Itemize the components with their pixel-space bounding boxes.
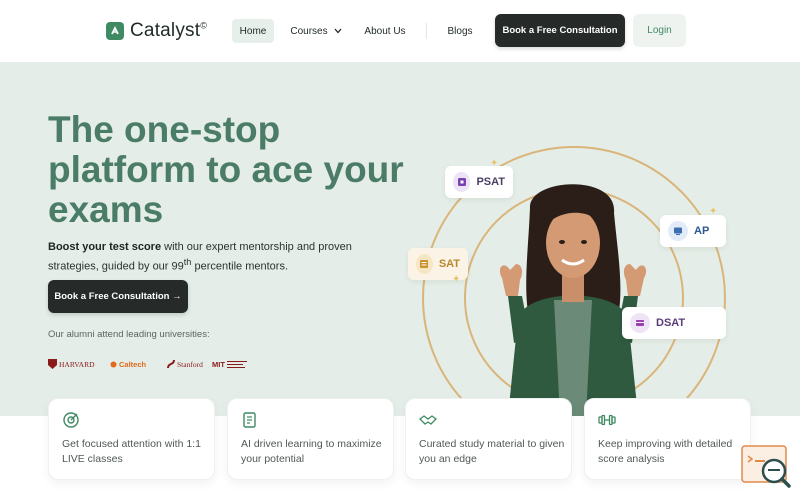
tag-dsat[interactable]: DSAT bbox=[622, 307, 726, 339]
nav-book-consultation-button[interactable]: Book a Free Consultation bbox=[495, 14, 625, 47]
alumni-caption: Our alumni attend leading universities: bbox=[48, 329, 210, 340]
target-icon bbox=[63, 412, 79, 428]
hero-headline: The one-stop platform to ace your exams bbox=[48, 109, 404, 230]
feature-text: Keep improving with detailed score analy… bbox=[598, 438, 733, 465]
hero-subtext-part2: percentile mentors. bbox=[191, 260, 289, 273]
harvard-logo: HARVARD bbox=[48, 358, 95, 370]
top-navbar: Catalyst© Home Courses About Us Blogs Bo… bbox=[0, 0, 800, 62]
logo[interactable]: Catalyst© bbox=[106, 20, 207, 42]
nav-divider bbox=[426, 23, 427, 39]
chevron-down-icon bbox=[334, 28, 342, 34]
feature-text: Curated study material to given you an e… bbox=[419, 438, 565, 465]
hero-section: The one-stop platform to ace your exams … bbox=[0, 62, 800, 416]
feature-card-score-analysis: Keep improving with detailed score analy… bbox=[584, 398, 751, 480]
nav-home-link[interactable]: Home bbox=[232, 19, 274, 43]
feature-card-ai-learning: AI driven learning to maximize your pote… bbox=[227, 398, 394, 480]
handshake-icon bbox=[419, 415, 437, 425]
dsat-icon bbox=[630, 313, 650, 333]
tag-psat-label: PSAT bbox=[476, 176, 505, 188]
nav-blogs-link[interactable]: Blogs bbox=[442, 19, 478, 43]
mit-logo: MIT bbox=[212, 358, 247, 370]
feature-card-live-classes: Get focused attention with 1:1 LIVE clas… bbox=[48, 398, 215, 480]
document-icon bbox=[243, 412, 256, 428]
sparkle-icon: ✦ bbox=[490, 158, 499, 169]
psat-icon bbox=[453, 172, 471, 192]
tag-ap-label: AP bbox=[694, 225, 710, 237]
feature-text: Get focused attention with 1:1 LIVE clas… bbox=[62, 438, 201, 465]
tag-sat-label: SAT bbox=[438, 258, 460, 270]
help-widget-icon[interactable] bbox=[740, 444, 792, 490]
logo-text: Catalyst© bbox=[130, 20, 208, 41]
sparkle-icon: ✦ bbox=[709, 206, 718, 217]
tag-psat[interactable]: PSAT bbox=[445, 166, 513, 198]
tag-ap[interactable]: AP bbox=[660, 215, 726, 247]
feature-text: AI driven learning to maximize your pote… bbox=[241, 438, 382, 465]
tag-dsat-label: DSAT bbox=[656, 317, 686, 329]
sat-icon bbox=[416, 254, 433, 274]
student-photo bbox=[499, 184, 647, 416]
nav-courses-label: Courses bbox=[290, 25, 328, 37]
hero-subtext-bold: Boost your test score bbox=[48, 241, 162, 253]
nav-courses-dropdown[interactable]: Courses bbox=[288, 19, 344, 43]
caltech-logo: Caltech bbox=[110, 358, 146, 370]
login-button[interactable]: Login bbox=[633, 14, 686, 47]
feature-card-study-material: Curated study material to given you an e… bbox=[405, 398, 572, 480]
logo-mark-icon bbox=[106, 22, 124, 40]
stanford-logo: Stanford bbox=[167, 358, 203, 370]
sparkle-icon: ✦ bbox=[452, 274, 461, 285]
nav-about-link[interactable]: About Us bbox=[358, 19, 412, 43]
hero-subtext: Boost your test score with our expert me… bbox=[48, 240, 358, 275]
dumbbell-icon bbox=[598, 414, 616, 426]
ap-icon bbox=[668, 221, 688, 241]
hero-book-consultation-button[interactable]: Book a Free Consultation → bbox=[48, 280, 188, 313]
